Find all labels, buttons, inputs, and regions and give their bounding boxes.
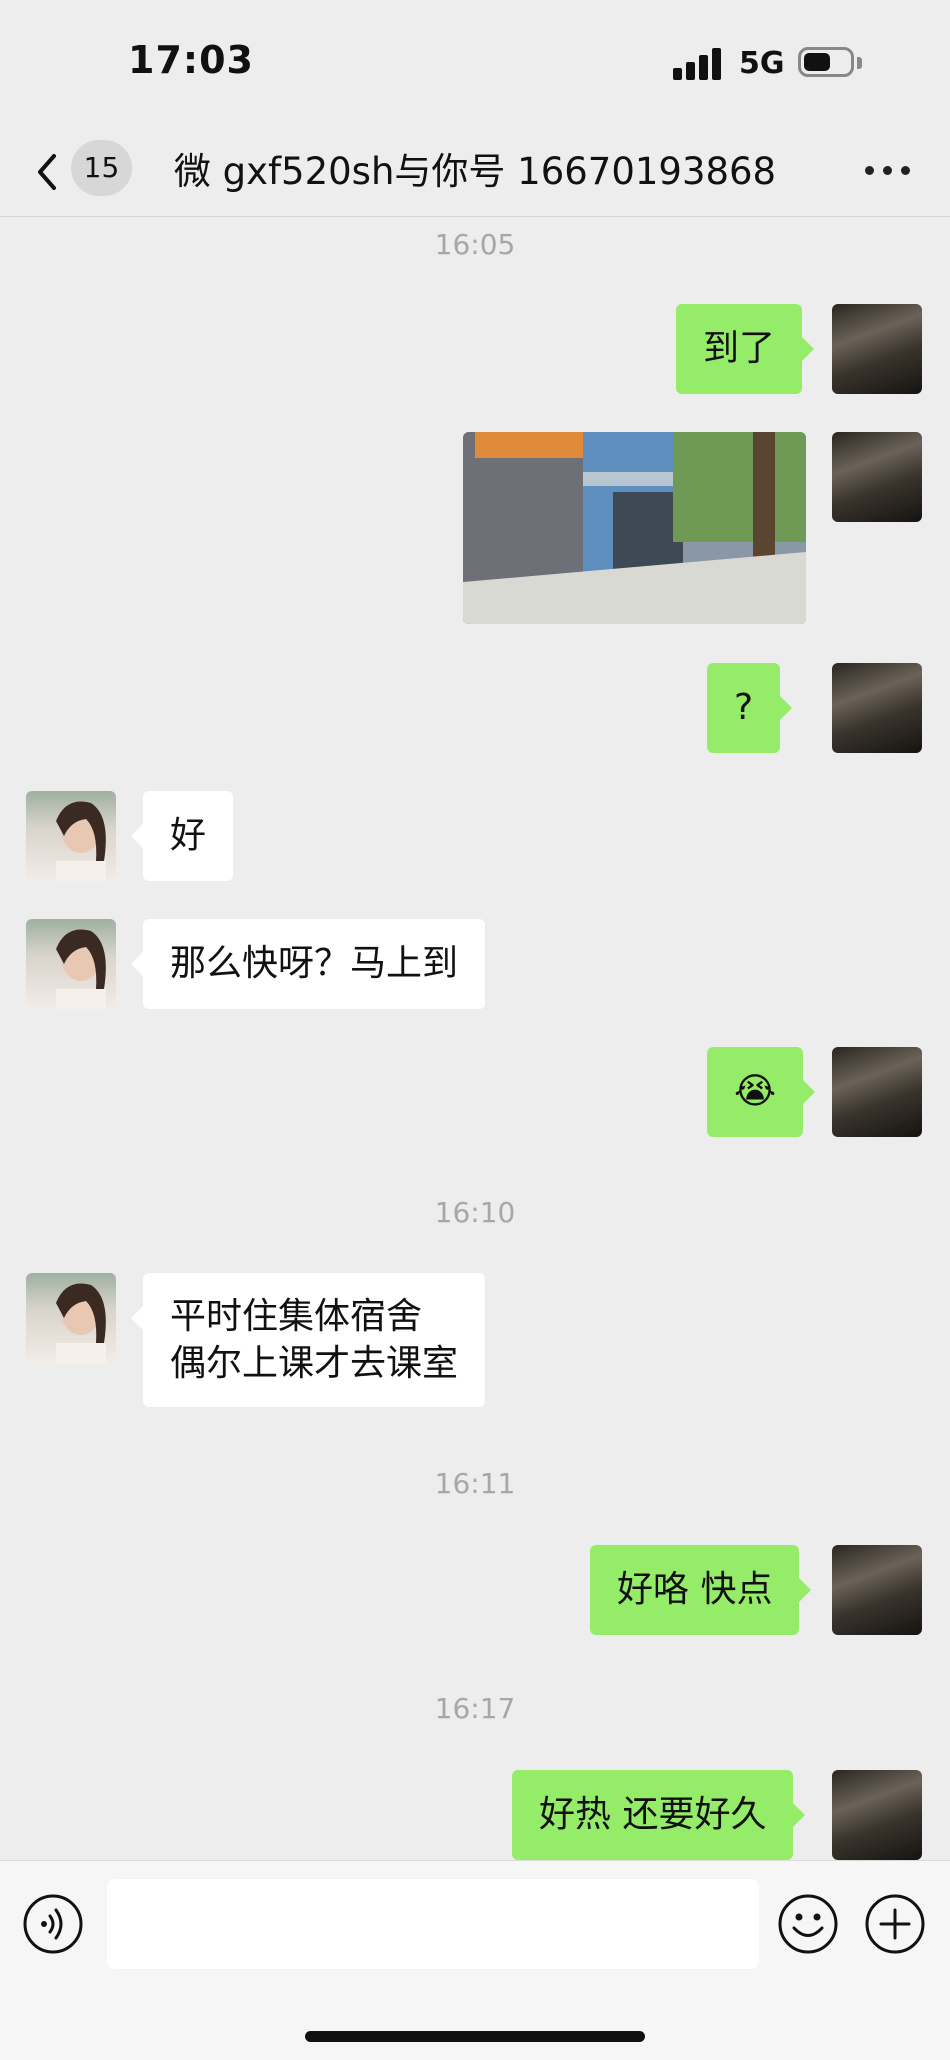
message-line: 平时住集体宿舍 <box>170 1296 423 1337</box>
home-indicator <box>305 2031 645 2042</box>
my-avatar[interactable] <box>832 1545 922 1635</box>
contact-avatar[interactable] <box>26 791 116 881</box>
my-avatar[interactable] <box>832 304 922 394</box>
contact-avatar[interactable] <box>26 1273 116 1363</box>
message-bubble-incoming[interactable]: 平时住集体宿舍 偶尔上课才去课室 <box>130 1273 486 1407</box>
timestamp: 16:11 <box>434 1467 516 1500</box>
message-input[interactable] <box>107 1879 759 1969</box>
chat-title: 微 gxf520sh与你号 16670193868 <box>173 150 777 193</box>
message-bubble-outgoing[interactable]: 好咯 快点 <box>590 1545 812 1635</box>
my-avatar[interactable] <box>832 1047 922 1137</box>
emoji-icon[interactable] <box>777 1893 839 1955</box>
my-avatar[interactable] <box>832 663 922 753</box>
voice-icon[interactable] <box>22 1893 84 1955</box>
back-icon[interactable] <box>30 144 70 200</box>
message-bubble-outgoing[interactable]: 到了 <box>676 304 815 394</box>
unread-count-badge[interactable]: 15 <box>71 140 132 196</box>
message-bubble-outgoing[interactable]: 😭 <box>707 1047 816 1137</box>
signal-icon <box>673 48 723 80</box>
plus-icon[interactable] <box>864 1893 926 1955</box>
battery-icon <box>798 47 862 81</box>
status-bar: 17:03 5G <box>0 0 950 130</box>
message-bubble-outgoing[interactable]: 好热 还要好久 <box>512 1770 806 1860</box>
timestamp: 16:10 <box>434 1196 516 1229</box>
image-message[interactable] <box>463 432 806 624</box>
more-icon[interactable] <box>865 166 911 176</box>
message-bubble-incoming[interactable]: 那么快呀？马上到 <box>130 919 486 1009</box>
message-bubble-outgoing[interactable]: ? <box>707 663 793 753</box>
contact-avatar[interactable] <box>26 919 116 1009</box>
my-avatar[interactable] <box>832 432 922 522</box>
timestamp: 16:17 <box>434 1692 516 1725</box>
input-bar <box>0 1860 950 2060</box>
message-bubble-incoming[interactable]: 好 <box>130 791 234 881</box>
my-avatar[interactable] <box>832 1770 922 1860</box>
status-time: 17:03 <box>128 38 254 82</box>
message-line: 偶尔上课才去课室 <box>170 1343 459 1384</box>
network-type: 5G <box>739 46 785 81</box>
timestamp: 16:05 <box>434 228 516 261</box>
chat-header: 微 gxf520sh与你号 16670193868 15 <box>0 130 950 217</box>
